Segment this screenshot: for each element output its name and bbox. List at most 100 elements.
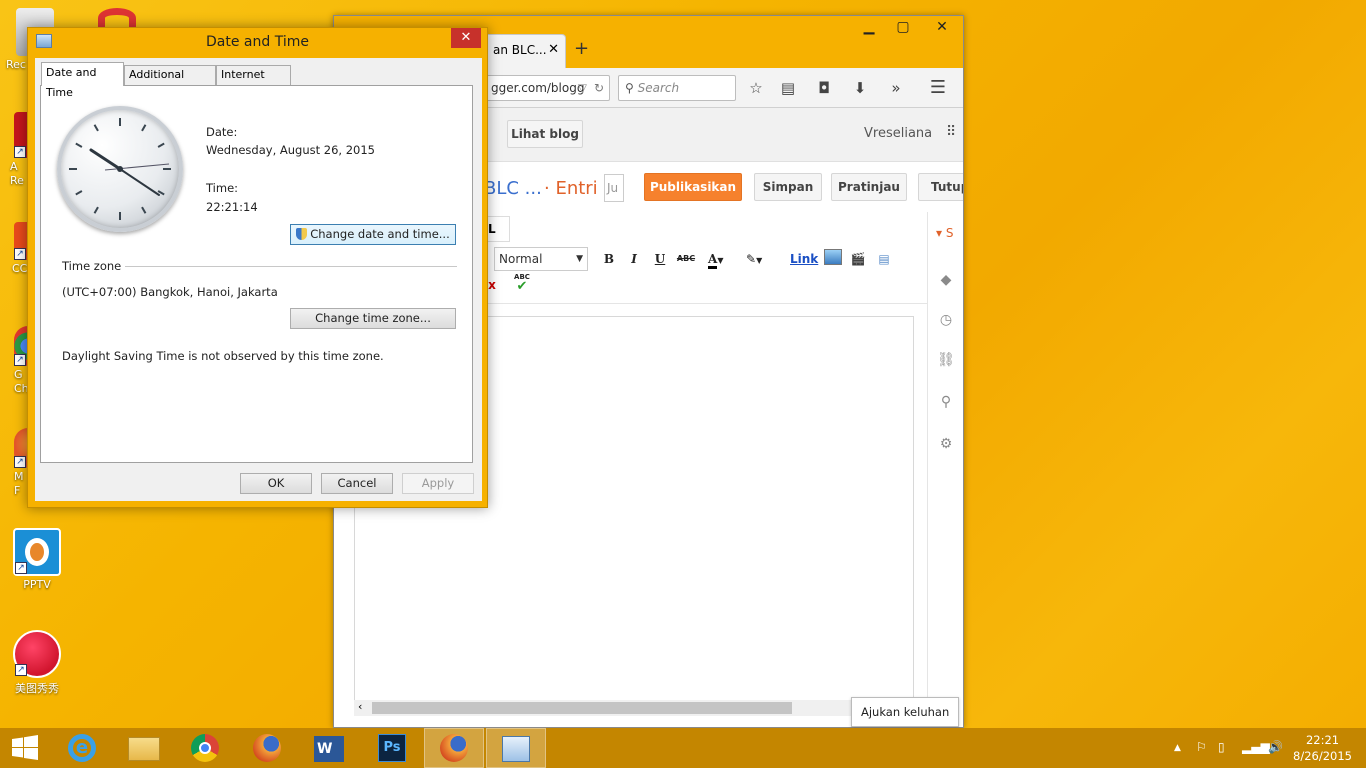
text-color-button[interactable]: A▼ <box>708 249 738 269</box>
chrome-app-icon[interactable] <box>98 8 136 28</box>
scrollbar-thumb[interactable] <box>372 702 792 714</box>
taskbar-word[interactable]: W <box>300 728 360 768</box>
desktop-icon-label: 美图秀秀 <box>15 682 59 695</box>
account-name[interactable]: Vreseliana <box>864 126 932 141</box>
desktop-icon-pptv[interactable]: ↗ PPTV <box>2 528 72 591</box>
photoshop-icon: Ps <box>378 734 406 762</box>
network-signal-icon[interactable]: ▂▄▆ <box>1242 740 1270 754</box>
location-pin-icon[interactable]: ⚲ <box>936 392 956 412</box>
dropdown-arrow-icon[interactable]: ▽ <box>578 76 587 100</box>
tab-internet-time[interactable]: Internet Time <box>216 65 291 99</box>
download-icon[interactable]: ⬇ <box>848 76 872 100</box>
desktop-icon-meitu[interactable]: ↗ 美图秀秀 <box>2 630 72 696</box>
date-and-time-dialog: Date and Time ✕ Date and Time Additional… <box>27 27 488 508</box>
taskbar-date-time-window[interactable] <box>486 728 546 768</box>
change-date-time-button[interactable]: Change date and time... <box>290 224 456 245</box>
underline-button[interactable]: U <box>650 249 670 269</box>
chevron-down-icon: ▼ <box>576 254 583 264</box>
tab-close-icon[interactable]: ✕ <box>548 35 559 65</box>
view-blog-button[interactable]: Lihat blog <box>507 120 583 148</box>
insert-jump-break-icon[interactable]: ▤ <box>874 249 894 269</box>
publish-button[interactable]: Publikasikan <box>644 173 742 201</box>
html-tab-label: L <box>488 222 496 236</box>
taskbar-firefox-pinned[interactable] <box>238 728 298 768</box>
word-icon: W <box>314 736 344 762</box>
cancel-button[interactable]: Cancel <box>321 473 393 494</box>
post-title-input[interactable]: Ju <box>604 174 624 202</box>
uac-shield-icon <box>296 228 308 240</box>
dialog-close-button[interactable]: ✕ <box>451 28 481 48</box>
hour-hand <box>89 148 122 171</box>
tab-additional-clocks[interactable]: Additional Clocks <box>124 65 216 99</box>
internet-explorer-icon: e <box>68 734 96 762</box>
meitu-icon: ↗ <box>13 630 61 678</box>
apps-grid-icon[interactable]: ⠿ <box>946 124 956 140</box>
horizontal-scrollbar[interactable]: ‹ <box>354 700 914 716</box>
maximize-button[interactable]: ▢ <box>886 16 920 38</box>
format-select[interactable]: Normal ▼ <box>494 247 588 271</box>
tab-date-and-time[interactable]: Date and Time <box>41 62 124 99</box>
action-center-flag-icon[interactable]: ⚐ <box>1196 740 1207 754</box>
strikethrough-button[interactable]: ABC <box>676 249 696 269</box>
url-bar[interactable]: gger.com/blogg ▽ ↻ <box>484 75 610 101</box>
options-gear-icon[interactable]: ⚙ <box>936 434 956 454</box>
apply-button[interactable]: Apply <box>402 473 474 494</box>
save-button[interactable]: Simpan <box>754 173 822 201</box>
reading-list-icon[interactable]: ▤ <box>776 76 800 100</box>
time-value: 22:21:14 <box>206 200 258 214</box>
timezone-heading: Time zone <box>62 259 122 273</box>
chrome-icon <box>191 734 219 762</box>
overflow-icon[interactable]: » <box>884 76 908 100</box>
taskbar-clock[interactable]: 22:21 8/26/2015 <box>1293 732 1352 764</box>
format-select-value: Normal <box>499 252 543 266</box>
change-date-time-label: Change date and time... <box>310 227 450 241</box>
feedback-tooltip[interactable]: Ajukan keluhan <box>851 697 960 727</box>
devices-icon[interactable]: ▯ <box>1218 740 1225 754</box>
taskbar-file-explorer[interactable] <box>114 728 174 768</box>
new-tab-button[interactable]: + <box>574 38 589 59</box>
minute-hand <box>119 168 160 196</box>
bookmark-star-icon[interactable]: ☆ <box>744 76 768 100</box>
dialog-title: Date and Time <box>206 34 309 50</box>
minimize-button[interactable]: ▁ <box>852 16 886 38</box>
taskbar-internet-explorer[interactable]: e <box>52 728 112 768</box>
windows-logo-icon <box>12 735 38 760</box>
labels-tag-icon[interactable]: ◆ <box>936 270 956 290</box>
insert-video-icon[interactable]: 🎬 <box>848 249 868 269</box>
preview-button[interactable]: Pratinjau <box>831 173 907 201</box>
taskbar-chrome[interactable] <box>176 728 236 768</box>
ok-button[interactable]: OK <box>240 473 312 494</box>
post-title-placeholder: Ju <box>607 181 619 195</box>
sidebar-first-item[interactable]: ▾ S <box>936 226 953 240</box>
schedule-clock-icon[interactable]: ◷ <box>936 310 956 330</box>
taskbar: e W Ps ▲ ⚐ ▯ ▂▄▆ 🔊 22:21 8/26/2015 <box>0 728 1366 768</box>
scroll-left-icon[interactable]: ‹ <box>358 700 362 713</box>
permalink-icon[interactable]: ⛓ <box>936 350 956 370</box>
menu-icon[interactable]: ☰ <box>926 76 950 100</box>
bold-button[interactable]: B <box>599 249 619 269</box>
desktop-icon-label: A Re <box>10 160 24 187</box>
highlight-button[interactable]: ✎▼ <box>746 249 776 269</box>
close-editor-button[interactable]: Tutup <box>918 173 963 201</box>
insert-image-icon[interactable] <box>824 249 842 265</box>
volume-speaker-icon[interactable]: 🔊 <box>1268 740 1283 754</box>
link-button[interactable]: Link <box>790 249 818 269</box>
close-window-button[interactable]: ✕ <box>920 16 963 38</box>
taskbar-photoshop[interactable]: Ps <box>362 728 422 768</box>
timezone-divider <box>125 266 457 267</box>
taskbar-firefox-window[interactable] <box>424 728 484 768</box>
pocket-icon[interactable]: ◘ <box>812 76 836 100</box>
search-input[interactable]: ⚲ Search <box>618 75 736 101</box>
italic-button[interactable]: I <box>624 249 644 269</box>
shortcut-arrow-icon: ↗ <box>15 562 27 574</box>
spellcheck-button[interactable]: ABC ✔ <box>512 272 532 293</box>
shortcut-arrow-icon: ↗ <box>14 354 26 366</box>
start-button[interactable] <box>0 728 50 768</box>
show-hidden-icons[interactable]: ▲ <box>1174 743 1181 753</box>
change-timezone-button[interactable]: Change time zone... <box>290 308 456 329</box>
sidebar-first-label: S <box>945 226 954 240</box>
reload-icon[interactable]: ↻ <box>594 76 604 100</box>
browser-tab[interactable]: an BLC... ✕ <box>484 34 566 68</box>
analog-clock <box>57 106 183 232</box>
highlighter-icon: ✎ <box>746 252 757 266</box>
